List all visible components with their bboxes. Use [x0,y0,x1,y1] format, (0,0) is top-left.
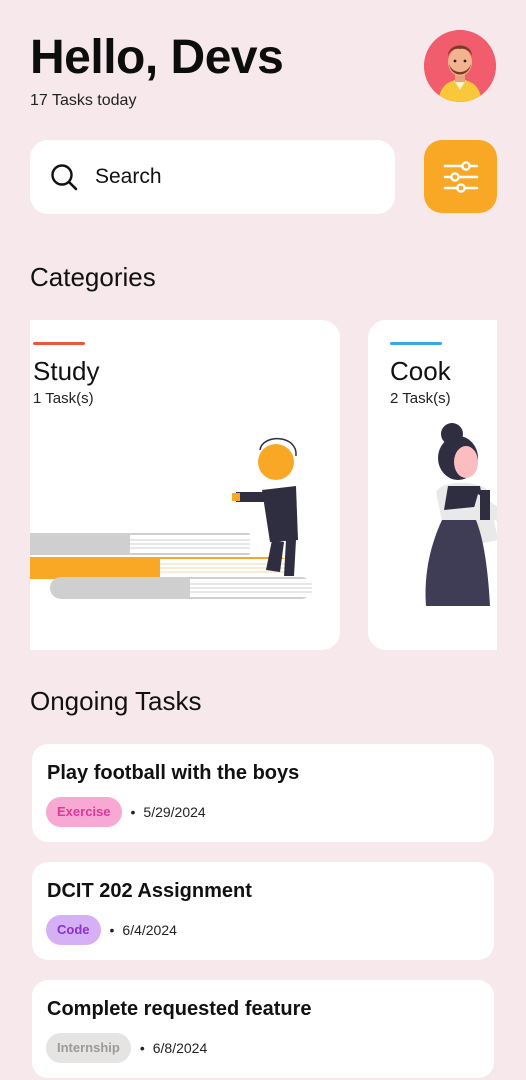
category-name: Cook [390,356,451,386]
search-placeholder: Search [95,165,162,188]
separator-dot: • [109,922,115,938]
task-card[interactable]: DCIT 202 Assignment Code • 6/4/2024 [32,862,494,960]
category-task-count: 2 Task(s) [390,390,451,407]
search-icon [51,164,78,191]
category-accent-bar [33,342,85,345]
header: Hello, Devs 17 Tasks today [30,30,496,110]
category-task-count: 1 Task(s) [33,390,94,407]
search-row: Search [30,140,497,214]
ongoing-tasks-heading: Ongoing Tasks [30,686,202,716]
task-meta: Exercise • 5/29/2024 [46,797,206,827]
task-card[interactable]: Play football with the boys Exercise • 5… [32,744,494,842]
study-illustration [30,437,312,599]
category-card-study[interactable]: Study 1 Task(s) [30,320,340,650]
task-date: 5/29/2024 [143,804,206,820]
task-meta: Internship • 6/8/2024 [46,1033,207,1063]
task-card[interactable]: Complete requested feature Internship • … [32,980,494,1078]
task-title: Complete requested feature [47,998,312,1020]
tasks-today-subtitle: 17 Tasks today [30,92,137,109]
filter-button[interactable] [424,140,497,213]
task-title: DCIT 202 Assignment [47,880,252,902]
task-tag: Internship [46,1033,131,1063]
task-tag: Exercise [46,797,122,827]
category-card-cook[interactable]: Cook 2 Task(s) [368,320,497,650]
category-name: Study [33,356,100,386]
search-input[interactable]: Search [30,140,395,214]
task-date: 6/4/2024 [122,922,177,938]
task-tag: Code [46,915,101,945]
avatar-image [424,30,496,102]
categories-heading: Categories [30,262,156,292]
category-accent-bar [390,342,442,345]
task-title: Play football with the boys [47,762,300,784]
avatar[interactable] [424,30,496,102]
categories-carousel[interactable]: Study 1 Task(s) Cook 2 Task(s) [30,320,497,650]
separator-dot: • [130,804,136,820]
task-date: 6/8/2024 [152,1040,208,1056]
task-meta: Code • 6/4/2024 [46,915,177,945]
sliders-icon [443,160,478,193]
separator-dot: • [139,1040,145,1056]
cook-illustration [425,423,497,606]
